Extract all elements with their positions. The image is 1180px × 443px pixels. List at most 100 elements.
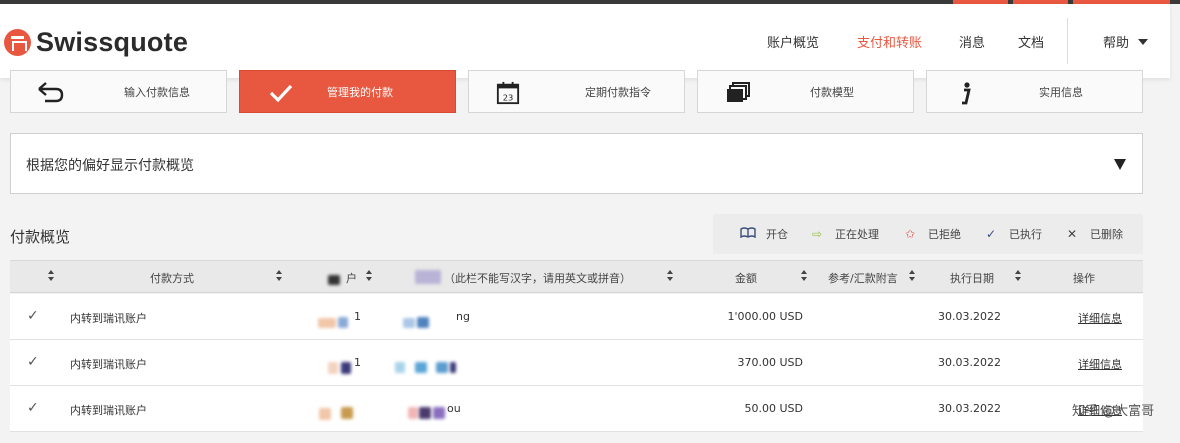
legend-deleted: ✕ 已删除 <box>1064 226 1123 242</box>
col-amount: 金额 <box>735 272 757 285</box>
info-icon <box>962 82 971 105</box>
filter-dropdown[interactable]: 根据您的偏好显示付款概览 <box>10 133 1143 194</box>
redacted-mark <box>319 408 331 420</box>
redacted-mark <box>417 317 429 328</box>
tab-label: 输入付款信息 <box>124 86 190 99</box>
redacted-mark <box>338 317 348 328</box>
calendar-day: 23 <box>503 92 514 102</box>
executed-checkmark-icon: ✓ <box>27 308 39 324</box>
redacted-mark <box>341 407 353 419</box>
redacted-mark <box>328 275 340 285</box>
tab-label: 管理我的付款 <box>327 86 393 99</box>
logo[interactable]: Swissquote <box>4 26 188 58</box>
redacted-mark <box>395 362 405 373</box>
nav-payments-transfers[interactable]: 支付和转账 <box>857 32 922 51</box>
legend-label: 正在处理 <box>835 228 879 241</box>
brand-name: Swissquote <box>36 26 189 57</box>
sort-amount-icon[interactable] <box>800 270 808 282</box>
col-beneficiary: （此栏不能写汉字，请用英文或拼音） <box>444 272 631 285</box>
row-account: 1 <box>354 356 361 369</box>
executed-checkmark-icon: ✓ <box>27 354 39 370</box>
tab-standing-orders[interactable]: 23 定期付款指令 <box>468 70 685 113</box>
col-account: 户 <box>346 272 357 285</box>
redacted-mark <box>403 318 415 328</box>
col-action: 操作 <box>1073 272 1095 285</box>
close-icon: ✕ <box>1066 227 1078 241</box>
sort-date-icon[interactable] <box>1014 270 1022 282</box>
legend-processing: ⇨ 正在处理 <box>809 226 879 242</box>
details-link[interactable]: 详细信息 <box>1078 356 1122 372</box>
details-link[interactable]: 详细信息 <box>1078 310 1122 326</box>
tab-useful-info[interactable]: 实用信息 <box>926 70 1143 113</box>
col-reference: 参考/汇款附言 <box>828 272 898 285</box>
redacted-mark <box>415 270 441 284</box>
legend-executed: ✓ 已执行 <box>983 226 1042 242</box>
legend-rejected: ✩ 已拒绝 <box>902 226 961 242</box>
nav-documents[interactable]: 文档 <box>1018 32 1044 51</box>
redacted-mark <box>415 362 427 373</box>
row-date: 30.03.2022 <box>938 402 1001 415</box>
checkmark-icon <box>269 84 293 103</box>
row-amount: 1'000.00 USD <box>727 310 803 323</box>
calendar-icon: 23 <box>496 81 520 105</box>
legend-label: 已拒绝 <box>928 228 961 241</box>
row-method: 内转到瑞讯账户 <box>70 312 147 325</box>
status-legend: 开仓 ⇨ 正在处理 ✩ 已拒绝 ✓ 已执行 ✕ 已删除 <box>713 214 1143 254</box>
table-header: 付款方式 户 （此栏不能写汉字，请用英文或拼音） 金额 参考/汇款附言 执行日期… <box>10 260 1143 293</box>
nav-divider <box>1067 18 1068 64</box>
row-date: 30.03.2022 <box>938 310 1001 323</box>
header: Swissquote 账户概览 支付和转账 消息 文档 帮助 <box>0 4 1170 78</box>
row-account: 1 <box>354 310 361 323</box>
tab-label: 定期付款指令 <box>585 86 651 99</box>
row-amount: 370.00 USD <box>737 356 804 369</box>
legend-label: 开仓 <box>766 228 788 241</box>
watermark: 知乎 @大富哥 <box>1072 404 1155 419</box>
section-title: 付款概览 <box>10 228 71 246</box>
redacted-mark <box>436 362 448 373</box>
row-date: 30.03.2022 <box>938 356 1001 369</box>
swissquote-logo-icon <box>4 28 31 56</box>
filter-label: 根据您的偏好显示付款概览 <box>26 158 194 174</box>
tab-label: 付款模型 <box>810 86 854 99</box>
table-row[interactable]: ✓ 内转到瑞讯账户 1 ng 1'000.00 USD 30.03.2022 详… <box>10 294 1143 340</box>
help-menu[interactable]: 帮助 <box>1103 32 1149 51</box>
redacted-mark <box>433 407 445 419</box>
sort-method-icon[interactable] <box>275 270 283 282</box>
tab-enter-payment[interactable]: 输入付款信息 <box>10 70 227 113</box>
row-beneficiary: ou <box>447 402 461 415</box>
sort-reference-icon[interactable] <box>908 270 916 282</box>
table-row[interactable]: ✓ 内转到瑞讯账户 ou 50.00 USD 30.03.2022 详细信息 <box>10 386 1143 432</box>
tab-payment-templates[interactable]: 付款模型 <box>697 70 914 113</box>
legend-open: 开仓 <box>740 226 788 242</box>
redacted-mark <box>318 318 336 328</box>
redacted-mark <box>408 407 418 419</box>
reject-star-icon: ✩ <box>904 227 916 241</box>
sort-account-icon[interactable] <box>365 270 373 282</box>
caret-down-icon <box>1114 159 1126 170</box>
checkmark-icon: ✓ <box>985 227 997 241</box>
book-icon <box>740 227 756 241</box>
col-method: 付款方式 <box>150 272 194 285</box>
sort-beneficiary-icon[interactable] <box>666 270 674 282</box>
back-arrow-icon <box>38 82 64 103</box>
redacted-mark <box>419 407 431 419</box>
executed-checkmark-icon: ✓ <box>27 400 39 416</box>
tab-label: 实用信息 <box>1039 86 1083 99</box>
table-row[interactable]: ✓ 内转到瑞讯账户 1 370.00 USD 30.03.2022 详细信息 <box>10 340 1143 386</box>
row-amount: 50.00 USD <box>744 402 804 415</box>
legend-label: 已执行 <box>1009 228 1042 241</box>
chevron-down-icon <box>1138 38 1149 45</box>
legend-label: 已删除 <box>1090 228 1123 241</box>
col-date: 执行日期 <box>950 272 994 285</box>
nav-account-overview[interactable]: 账户概览 <box>767 32 819 51</box>
stacked-cards-icon <box>727 82 750 102</box>
tab-manage-payments[interactable]: 管理我的付款 <box>239 70 456 113</box>
redacted-mark <box>450 362 456 373</box>
help-label: 帮助 <box>1103 36 1130 51</box>
row-method: 内转到瑞讯账户 <box>70 404 147 417</box>
arrow-right-icon: ⇨ <box>811 227 823 241</box>
row-method: 内转到瑞讯账户 <box>70 358 147 371</box>
sort-status-icon[interactable] <box>47 270 55 282</box>
nav-messages[interactable]: 消息 <box>959 32 985 51</box>
redacted-mark <box>328 362 338 374</box>
